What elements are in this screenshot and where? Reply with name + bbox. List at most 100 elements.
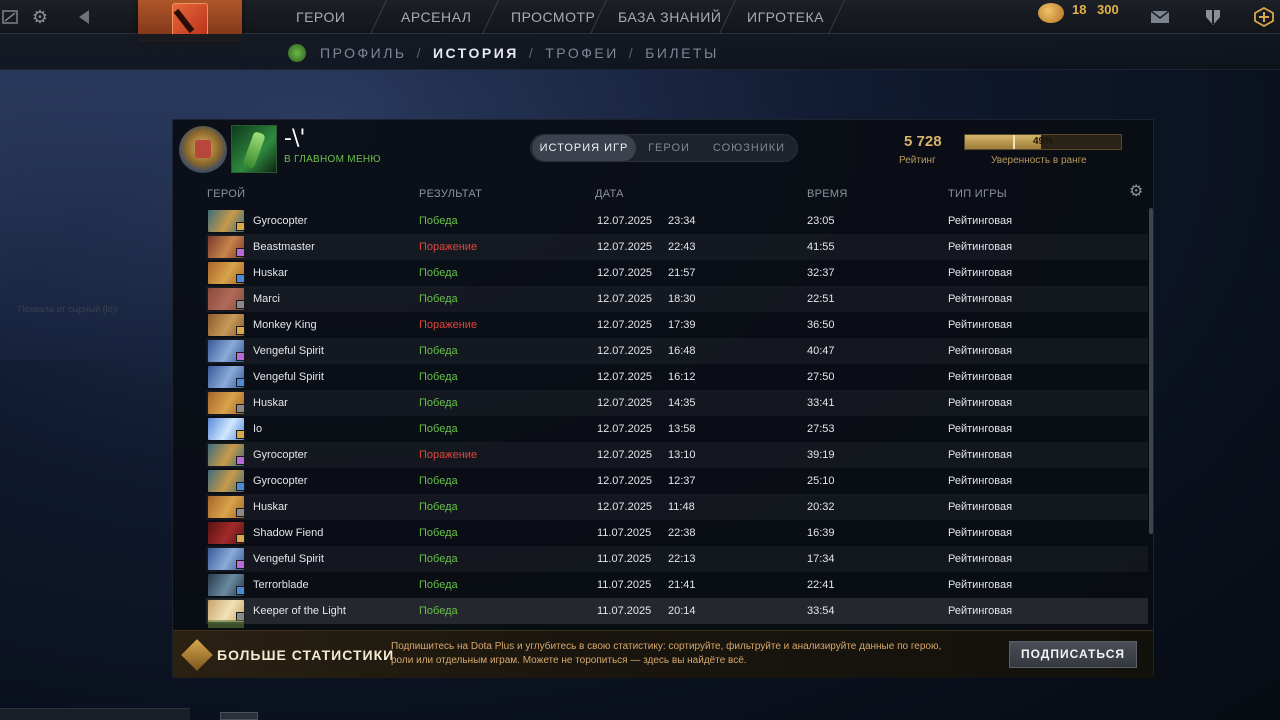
subnav-tickets[interactable]: БИЛЕТЫ (645, 45, 719, 61)
hero-name: Monkey King (253, 319, 317, 331)
table-row[interactable]: Shadow Fiend Победа 11.07.2025 22:38 16:39 Ре… (206, 520, 1148, 546)
bottom-tray-button[interactable] (220, 712, 258, 720)
column-header-duration[interactable]: ВРЕМЯ (807, 188, 848, 200)
profile-avatar-icon (288, 44, 306, 62)
top-bar: ⚙ ГЕРОИ АРСЕНАЛ ПРОСМОТР БАЗА ЗНАНИЙ ИГР… (0, 0, 1280, 42)
column-header-hero[interactable]: ГЕРОЙ (207, 188, 245, 200)
news-icon[interactable] (0, 0, 20, 34)
match-date: 12.07.2025 (597, 319, 653, 331)
subnav-history[interactable]: ИСТОРИЯ (433, 45, 519, 61)
match-result: Поражение (419, 319, 478, 331)
match-duration: 36:50 (807, 319, 835, 331)
game-type: Рейтинговая (948, 423, 1013, 435)
match-date: 12.07.2025 (597, 241, 653, 253)
avatar[interactable] (231, 125, 277, 173)
role-badge-icon (236, 430, 245, 439)
game-type: Рейтинговая (948, 579, 1013, 591)
dota-plus-icon (181, 639, 213, 671)
table-row[interactable]: Vengeful Spirit Победа 11.07.2025 22:13 17:3… (206, 546, 1148, 572)
column-header-game-type[interactable]: ТИП ИГРЫ (948, 188, 1007, 200)
history-tabs: ИСТОРИЯ ИГР ГЕРОИ СОЮЗНИКИ (530, 134, 798, 162)
table-row[interactable]: Vengeful Spirit Победа 12.07.2025 16:48 40:4… (206, 338, 1148, 364)
subscribe-button[interactable]: ПОДПИСАТЬСЯ (1009, 641, 1137, 668)
tab-allies[interactable]: СОЮЗНИКИ (703, 135, 795, 161)
tab-heroes[interactable]: ГЕРОИ (639, 135, 699, 161)
bottom-tray (0, 708, 190, 720)
match-date: 12.07.2025 (597, 397, 653, 409)
subnav-trophies[interactable]: ТРОФЕИ (545, 45, 619, 61)
match-time: 14:35 (668, 397, 696, 409)
game-type: Рейтинговая (948, 319, 1013, 331)
back-arrow-icon[interactable] (64, 0, 104, 34)
match-duration: 25:10 (807, 475, 835, 487)
currency-count-b: 300 (1097, 2, 1119, 17)
dota-plus-icon[interactable] (1248, 0, 1280, 34)
table-row[interactable]: Beastmaster Поражение 12.07.2025 22:43 41:55… (206, 234, 1148, 260)
nav-games[interactable]: ИГРОТЕКА (747, 9, 824, 25)
hero-name: Huskar (253, 397, 288, 409)
hero-name: Beastmaster (253, 241, 315, 253)
match-result: Поражение (419, 241, 478, 253)
match-duration: 16:39 (807, 527, 835, 539)
match-date: 11.07.2025 (597, 527, 652, 539)
column-header-result[interactable]: РЕЗУЛЬТАТ (419, 188, 482, 200)
scrollbar[interactable] (1149, 208, 1153, 534)
table-row[interactable]: Gyrocopter Поражение 12.07.2025 13:10 39:19 Р… (206, 442, 1148, 468)
column-header-date[interactable]: ДАТА (595, 188, 624, 200)
hero-name: Vengeful Spirit (253, 371, 324, 383)
table-row[interactable]: Huskar Победа 12.07.2025 21:57 32:37 Рейтинго… (206, 260, 1148, 286)
role-badge-icon (236, 508, 245, 517)
rank-confidence-label: Уверенность в ранге (991, 155, 1087, 166)
dota-logo-icon (172, 3, 208, 37)
table-row[interactable]: Gyrocopter Победа 12.07.2025 12:37 25:10 Рейт… (206, 468, 1148, 494)
settings-gear-icon[interactable]: ⚙ (28, 0, 52, 34)
match-duration: 39:19 (807, 449, 835, 461)
match-duration: 40:47 (807, 345, 835, 357)
table-row[interactable]: Keeper of the Light Победа 11.07.2025 20:14… (206, 598, 1148, 624)
hero-name: Marci (253, 293, 280, 305)
match-date: 12.07.2025 (597, 501, 653, 513)
game-type: Рейтинговая (948, 371, 1013, 383)
table-row[interactable]: Gyrocopter Победа 12.07.2025 23:34 23:05 Рейт… (206, 208, 1148, 234)
match-result: Победа (419, 527, 458, 539)
game-type: Рейтинговая (948, 267, 1013, 279)
match-history-panel: -\' В ГЛАВНОМ МЕНЮ ИСТОРИЯ ИГР ГЕРОИ СОЮ… (172, 119, 1154, 678)
table-settings-gear-icon[interactable]: ⚙ (1129, 184, 1145, 200)
match-date: 12.07.2025 (597, 423, 653, 435)
match-time: 13:58 (668, 423, 696, 435)
hero-name: Shadow Fiend (253, 527, 324, 539)
match-date: 12.07.2025 (597, 449, 653, 461)
nav-learn[interactable]: БАЗА ЗНАНИЙ (618, 9, 721, 25)
role-badge-icon (236, 326, 245, 335)
table-row[interactable]: Terrorblade Победа 11.07.2025 21:41 22:41 Рей… (206, 572, 1148, 598)
hero-name: Keeper of the Light (253, 605, 346, 617)
role-badge-icon (236, 482, 245, 491)
hero-name: Io (253, 423, 263, 435)
game-type: Рейтинговая (948, 215, 1013, 227)
table-row[interactable]: Huskar Победа 12.07.2025 14:35 33:41 Рейтинго… (206, 390, 1148, 416)
tab-match-history[interactable]: ИСТОРИЯ ИГР (532, 135, 636, 161)
table-row[interactable]: Monkey King Поражение 12.07.2025 17:39 36:50… (206, 312, 1148, 338)
armory-icon[interactable] (1196, 0, 1230, 34)
table-row[interactable]: Vengeful Spirit Победа 12.07.2025 16:12 27:5… (206, 364, 1148, 390)
match-result: Поражение (419, 449, 478, 461)
mail-icon[interactable] (1146, 0, 1174, 34)
hero-name: Gyrocopter (253, 475, 308, 487)
nav-heroes[interactable]: ГЕРОИ (296, 9, 345, 25)
table-row[interactable]: Huskar Победа 12.07.2025 11:48 20:32 Рейтинго… (206, 494, 1148, 520)
rank-medal-icon[interactable] (179, 126, 227, 174)
match-duration: 27:50 (807, 371, 835, 383)
match-duration: 27:53 (807, 423, 835, 435)
match-time: 22:38 (668, 527, 696, 539)
nav-arsenal[interactable]: АРСЕНАЛ (401, 9, 471, 25)
nav-watch[interactable]: ПРОСМОТР (511, 9, 595, 25)
match-time: 11:48 (668, 501, 695, 513)
match-result: Победа (419, 475, 458, 487)
dota-plus-promo: БОЛЬШЕ СТАТИСТИКИ Подпишитесь на Dota Pl… (173, 630, 1153, 678)
match-time: 13:10 (668, 449, 696, 461)
subnav-profile[interactable]: ПРОФИЛЬ (320, 45, 407, 61)
table-row[interactable]: Io Победа 12.07.2025 13:58 27:53 Рейтинговая (206, 416, 1148, 442)
table-row[interactable]: Marci Победа 12.07.2025 18:30 22:51 Рейтингов… (206, 286, 1148, 312)
shards-coin-icon[interactable] (1038, 3, 1064, 23)
match-result: Победа (419, 215, 458, 227)
